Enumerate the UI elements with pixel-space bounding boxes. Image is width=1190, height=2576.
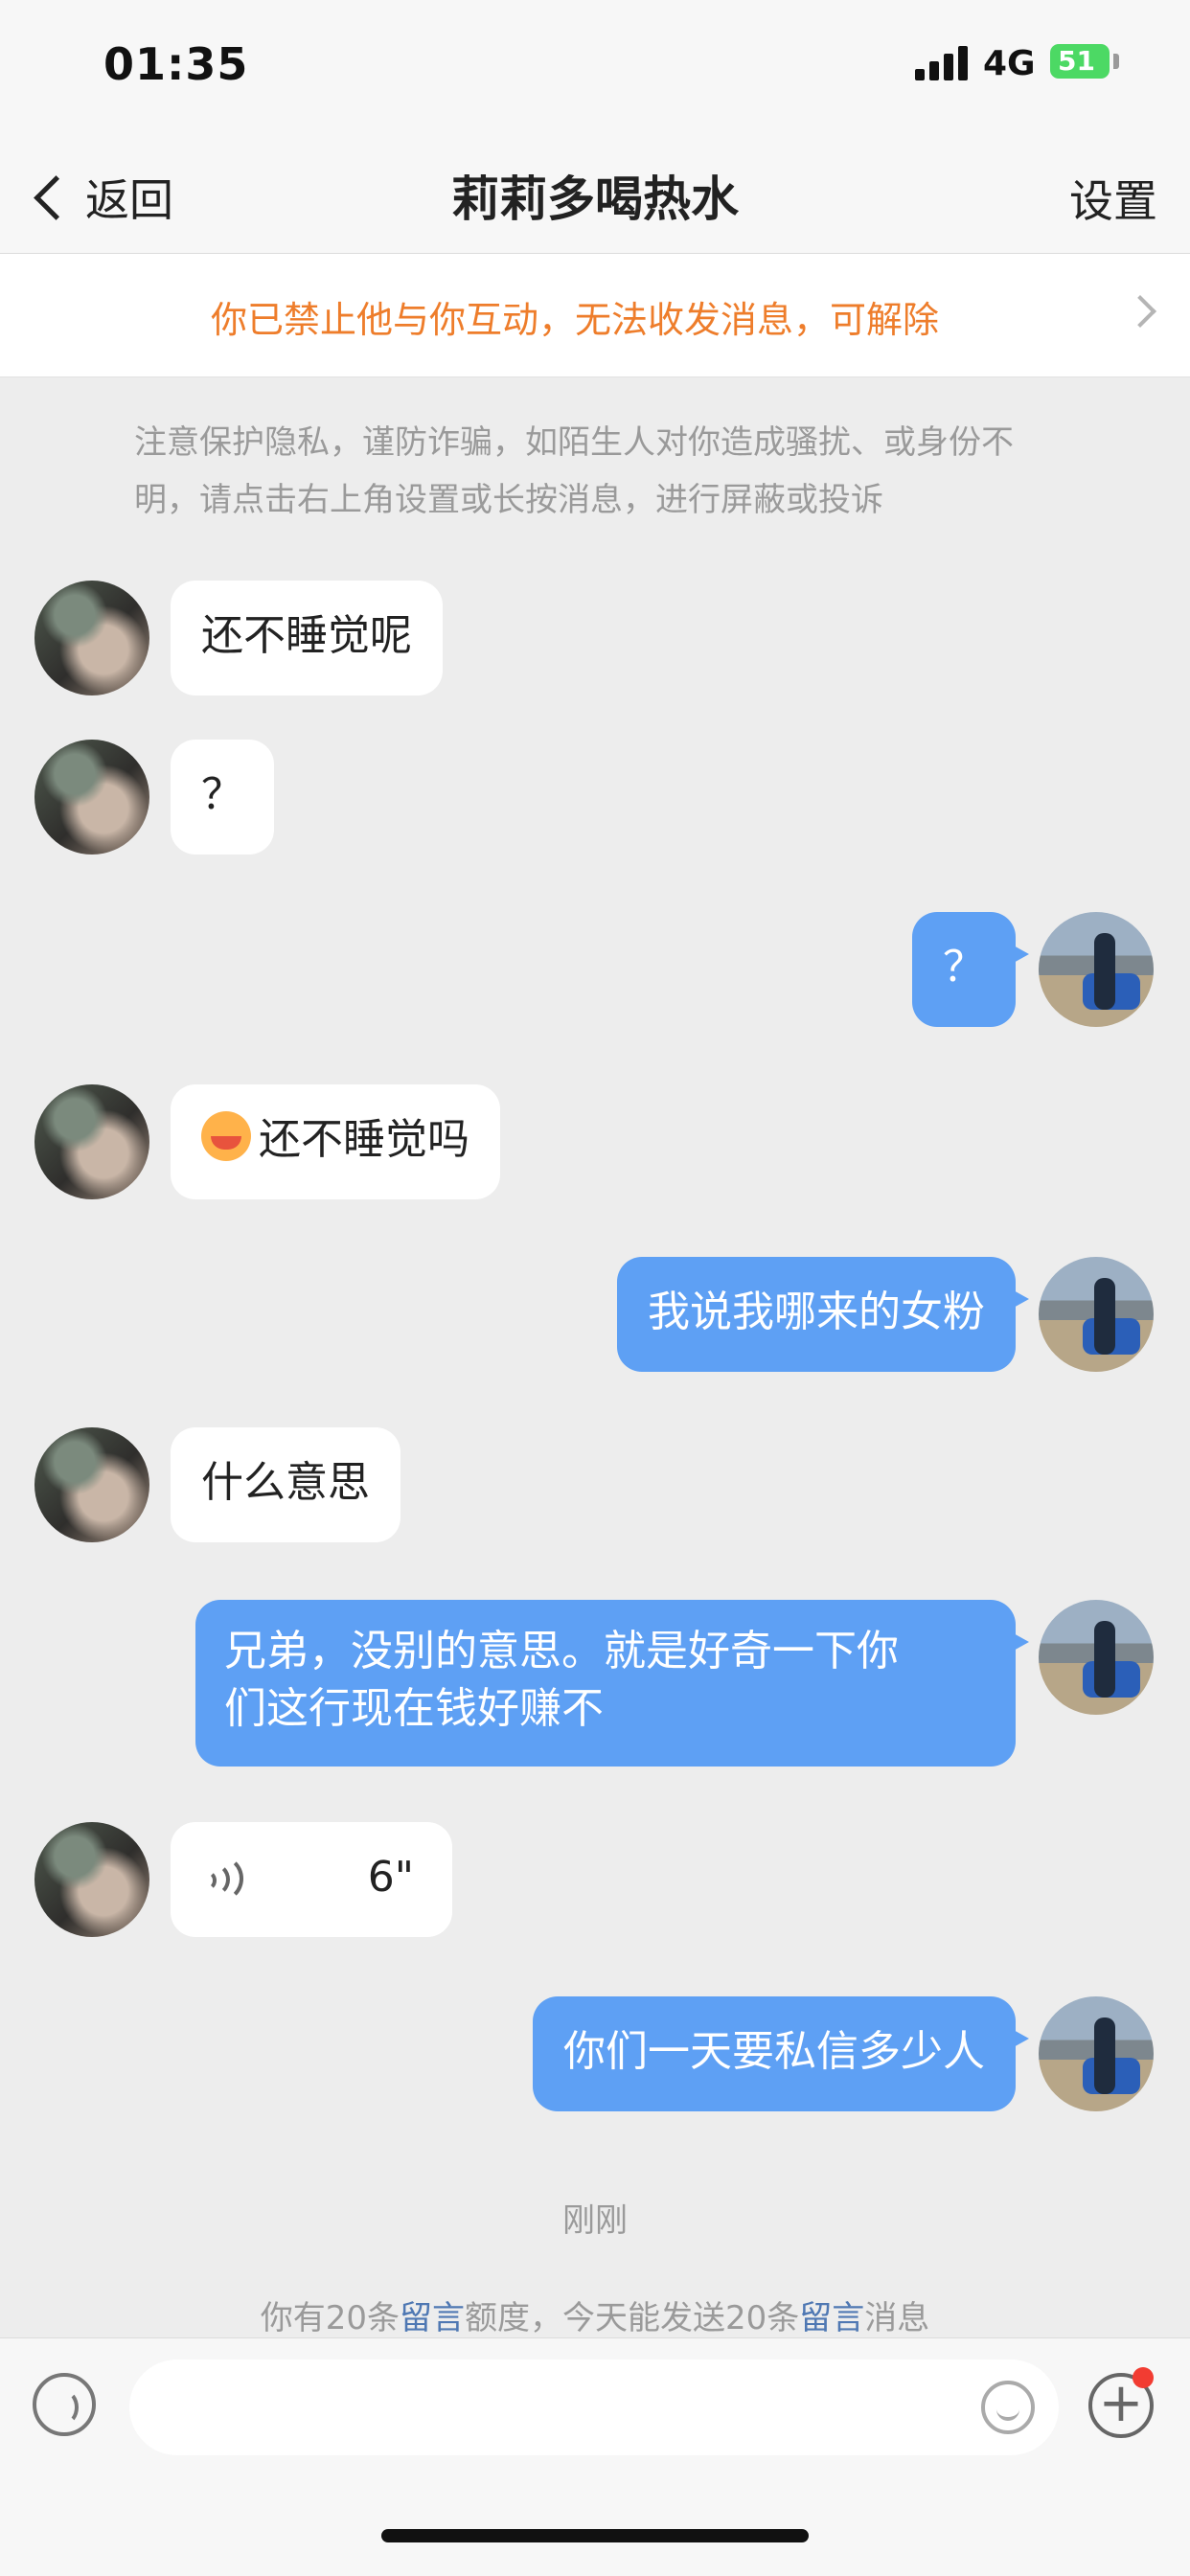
network-type: 4G xyxy=(983,44,1036,83)
contact-avatar[interactable] xyxy=(34,1084,149,1199)
quota-text: 额度，今天能发送20条 xyxy=(465,2299,800,2337)
quota-link[interactable]: 留言 xyxy=(799,2299,864,2337)
message-bubble[interactable]: ？ xyxy=(171,740,274,855)
voice-input-icon[interactable] xyxy=(33,2373,96,2436)
message-text: 你们一天要私信多少人 xyxy=(563,2027,985,2076)
contact-avatar[interactable] xyxy=(34,581,149,695)
settings-button[interactable]: 设置 xyxy=(1069,167,1157,230)
my-avatar[interactable] xyxy=(1039,912,1154,1027)
message-text: 我说我哪来的女粉 xyxy=(648,1288,985,1336)
my-avatar[interactable] xyxy=(1039,1257,1154,1372)
message-bubble[interactable]: 还不睡觉吗 xyxy=(171,1084,500,1199)
face-blowing-kiss-emoji xyxy=(201,1111,251,1161)
message-bubble[interactable]: 你们一天要私信多少人 xyxy=(533,1996,1029,2111)
contact-avatar[interactable] xyxy=(34,1427,149,1542)
my-avatar[interactable] xyxy=(1039,1600,1154,1715)
message-bubble[interactable]: 兄弟，没别的意思。就是好奇一下你 们这行现在钱好赚不 xyxy=(195,1600,1029,1767)
voice-wave-icon xyxy=(201,1855,243,1903)
message-text: 还不睡觉呢 xyxy=(201,611,412,660)
message-text: 还不睡觉吗 xyxy=(259,1115,469,1164)
message-bubble[interactable]: 我说我哪来的女粉 xyxy=(617,1257,1029,1372)
message-input[interactable] xyxy=(129,2359,1059,2455)
home-indicator[interactable] xyxy=(381,2529,809,2542)
quota-notice: 你有20条留言额度，今天能发送20条留言消息 xyxy=(0,2291,1190,2338)
message-bubble[interactable]: 还不睡觉呢 xyxy=(171,581,443,695)
blocked-banner[interactable]: 你已禁止他与你互动，无法收发消息，可解除 xyxy=(0,254,1190,377)
nav-bar: 返回 莉莉多喝热水 设置 xyxy=(0,144,1190,254)
page-title: 莉莉多喝热水 xyxy=(451,171,739,227)
contact-avatar[interactable] xyxy=(34,1822,149,1937)
signal-icon xyxy=(915,46,969,80)
message-text: 兄弟，没别的意思。就是好奇一下你 xyxy=(224,1627,899,1676)
message-text: 什么意思 xyxy=(201,1458,370,1507)
voice-message[interactable]: 6" xyxy=(171,1822,452,1937)
voice-duration: 6" xyxy=(367,1853,414,1902)
status-bar: 01:35 4G 51 xyxy=(0,0,1190,144)
message-timestamp: 刚刚 xyxy=(562,2201,628,2240)
notification-dot xyxy=(1133,2367,1154,2388)
battery-level: 51 xyxy=(1058,45,1095,77)
quota-text: 你有20条 xyxy=(260,2299,400,2337)
banner-text: 你已禁止他与你互动，无法收发消息，可解除 xyxy=(210,299,939,341)
my-avatar[interactable] xyxy=(1039,1996,1154,2111)
message-text: ？ xyxy=(201,770,243,819)
quota-link[interactable]: 留言 xyxy=(400,2299,465,2337)
message-text: ？ xyxy=(943,943,985,992)
message-text: 们这行现在钱好赚不 xyxy=(224,1684,604,1733)
battery-cap xyxy=(1113,54,1119,69)
privacy-notice: 注意保护隐私，谨防诈骗，如陌生人对你造成骚扰、或身份不明，请点击右上角设置或长按… xyxy=(134,423,1014,519)
quota-text: 消息 xyxy=(864,2299,930,2337)
message-bubble[interactable]: 什么意思 xyxy=(171,1427,400,1542)
emoji-icon[interactable] xyxy=(981,2381,1035,2434)
battery-icon: 51 xyxy=(1050,44,1110,79)
contact-avatar[interactable] xyxy=(34,740,149,855)
status-time: 01:35 xyxy=(103,38,249,90)
message-bubble[interactable]: ？ xyxy=(912,912,1029,1027)
